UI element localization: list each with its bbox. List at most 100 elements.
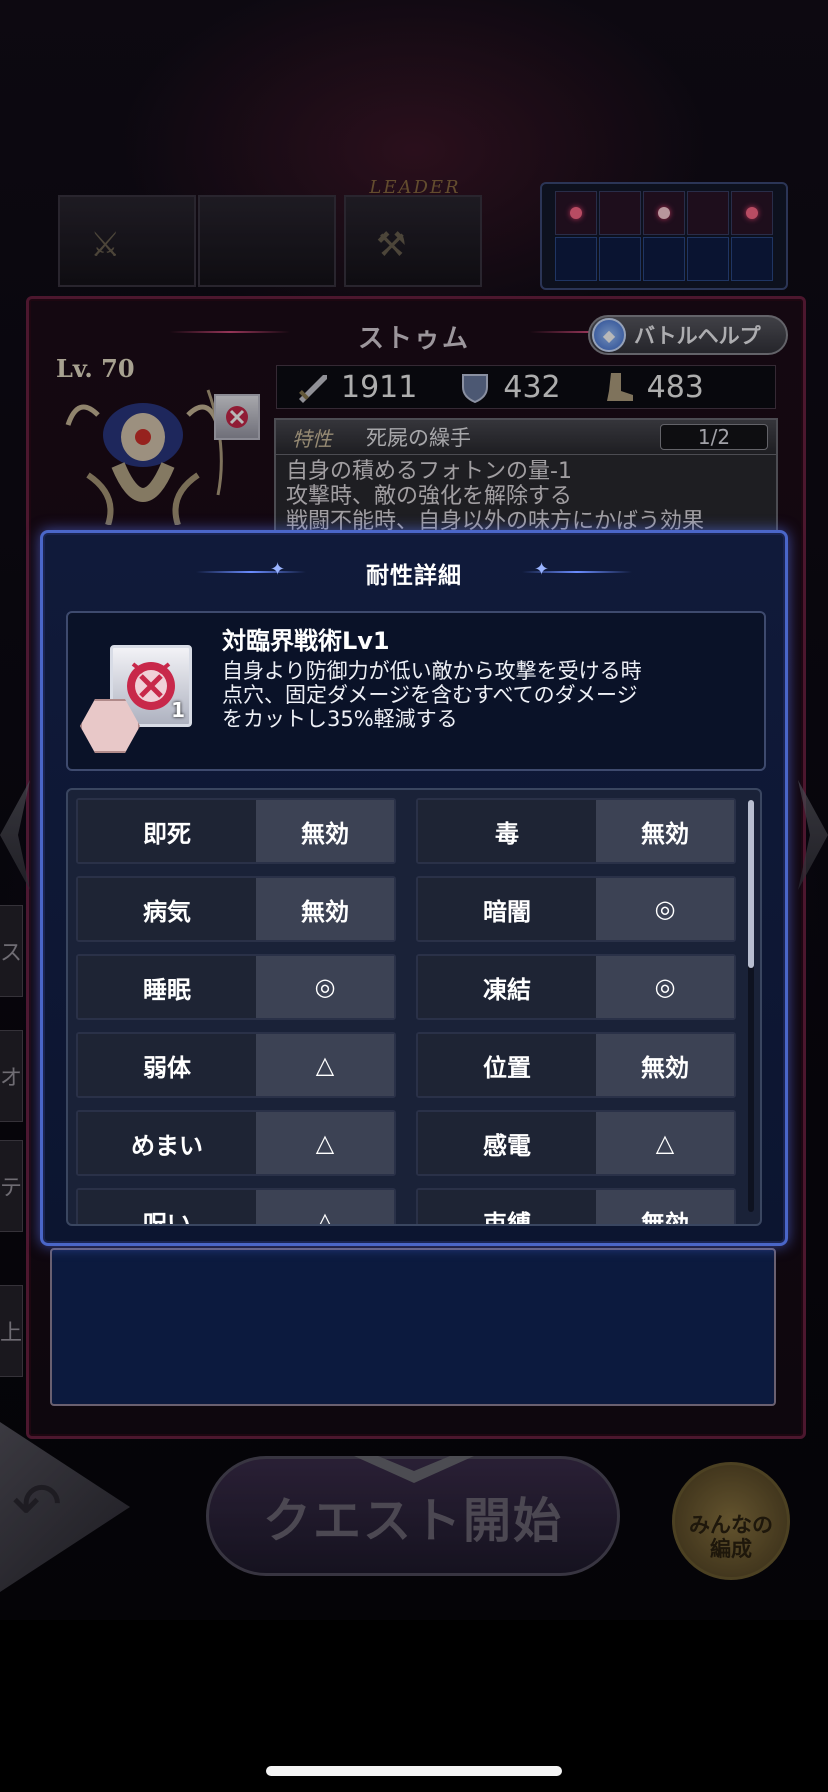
- unit-marker-dot: [570, 207, 582, 219]
- resistance-grid: 即死 無効毒無効 病気 無効 暗闇 ◎ 睡眠 ◎ 凍結 ◎ 弱体 △ 位置 無効 めまい △ 感電 △ 呪い △ 束縛無…: [76, 798, 736, 1224]
- resistance-value: △: [256, 1112, 394, 1174]
- unit-marker-dot: [746, 207, 758, 219]
- skill-badge-small[interactable]: [214, 394, 260, 440]
- resistance-value: △: [596, 1112, 734, 1174]
- resistance-row: 呪い △ 束縛 無効: [76, 1188, 736, 1224]
- resistance-label: 呪い: [78, 1190, 256, 1224]
- resistance-value: ◎: [596, 956, 734, 1018]
- stat-attack-value: 1911: [341, 369, 418, 405]
- shield-icon: [462, 374, 489, 403]
- resistance-value: △: [256, 1034, 394, 1096]
- battle-help-button[interactable]: ◆ バトルヘルプ: [588, 315, 788, 355]
- scrollbar-thumb[interactable]: [748, 800, 754, 968]
- resistance-cell: 弱体 △: [76, 1032, 396, 1098]
- party-slot-1[interactable]: ⚔: [58, 195, 196, 287]
- formation-cell[interactable]: [643, 237, 685, 281]
- back-arrow-icon: ↶: [12, 1470, 63, 1540]
- unit-marker-dot: [658, 207, 670, 219]
- resistance-list[interactable]: 即死 無効毒無効 病気 無効 暗闇 ◎ 睡眠 ◎ 凍結 ◎ 弱体 △ 位置 無効 めまい △ 感電 △ 呪い △ 束縛無…: [66, 788, 762, 1226]
- formation-front-row: [554, 190, 774, 236]
- resistance-cell: 束縛 無効: [416, 1188, 736, 1224]
- resistance-value: ◎: [596, 878, 734, 940]
- resistance-label: 睡眠: [78, 956, 256, 1018]
- skill-icon-level: 1: [171, 698, 185, 722]
- resistance-row: 即死 無効毒無効: [76, 798, 736, 864]
- leader-crest: LEADER: [369, 176, 461, 198]
- resistance-label: 感電: [418, 1112, 596, 1174]
- formation-cell[interactable]: [643, 191, 685, 235]
- formation-cell[interactable]: [555, 237, 597, 281]
- shield-crest-icon: [226, 406, 248, 428]
- skill-description-line: 自身より防御力が低い敵から攻撃を受ける時: [222, 659, 642, 683]
- resistance-row: 病気 無効 暗闇 ◎: [76, 876, 736, 942]
- resistance-label: 病気: [78, 878, 256, 940]
- resistance-label: めまい: [78, 1112, 256, 1174]
- stat-defense: 432: [457, 369, 561, 405]
- trait-line: 攻撃時、敵の強化を解除する: [286, 484, 573, 509]
- everyone-formation-button[interactable]: みんなの 編成: [672, 1462, 790, 1580]
- trait-name: 死屍の繰手: [366, 426, 471, 450]
- resistance-label: 凍結: [418, 956, 596, 1018]
- battle-help-label: バトルヘルプ: [634, 324, 761, 348]
- stat-attack: 1911: [295, 370, 417, 405]
- stat-speed: 483: [601, 370, 704, 405]
- sword-icon: [299, 375, 327, 403]
- trait-description: 自身の積めるフォトンの量-1 攻撃時、敵の強化を解除する 戦闘不能時、自身以外の…: [276, 455, 776, 536]
- trait-box[interactable]: 特性 死屍の繰手 1/2 自身の積めるフォトンの量-1 攻撃時、敵の強化を解除す…: [274, 418, 778, 538]
- party-slot-leader[interactable]: ⚒: [344, 195, 482, 287]
- character-stats: 1911 432 483: [276, 365, 776, 409]
- resistance-row: 睡眠 ◎ 凍結 ◎: [76, 954, 736, 1020]
- skill-card: 1 対臨界戦術Lv1 自身より防御力が低い敵から攻撃を受ける時 点穴、固定ダメー…: [66, 611, 766, 771]
- side-tab[interactable]: テ: [0, 1140, 23, 1232]
- modal-title: 耐性詳細: [366, 563, 462, 589]
- side-tab[interactable]: 上: [0, 1285, 23, 1377]
- formation-back-row: [554, 236, 774, 282]
- resistance-value: 無効: [596, 1034, 734, 1096]
- trait-page-indicator[interactable]: 1/2: [660, 424, 768, 450]
- trait-tag: 特性: [292, 426, 332, 451]
- resistance-row: めまい △ 感電 △: [76, 1110, 736, 1176]
- resistance-value: △: [256, 1190, 394, 1224]
- formation-grid[interactable]: [540, 182, 788, 290]
- resistance-cell: めまい △: [76, 1110, 396, 1176]
- resistance-label: 束縛: [418, 1190, 596, 1224]
- unit-silhouette-icon: ⚔: [90, 225, 121, 265]
- skill-description-line: をカットし35%軽減する: [222, 707, 458, 731]
- team-button-line1: みんなの: [689, 1513, 773, 1537]
- resistance-label: 毒: [418, 800, 596, 862]
- boot-icon: [606, 373, 633, 401]
- resistance-cell: 即死 無効: [76, 798, 396, 864]
- resistance-value: 無効: [596, 800, 734, 862]
- resistance-value: 無効: [256, 878, 394, 940]
- formation-cell[interactable]: [731, 237, 773, 281]
- formation-cell[interactable]: [555, 191, 597, 235]
- side-tab[interactable]: ス: [0, 905, 23, 997]
- team-button-line2: 編成: [710, 1537, 752, 1561]
- side-tab[interactable]: オ: [0, 1030, 23, 1122]
- resistance-label: 即死: [78, 800, 256, 862]
- unit-silhouette-icon: ⚒: [376, 225, 407, 265]
- character-level: Lv. 70: [56, 354, 135, 383]
- character-portrait: [65, 389, 223, 525]
- formation-cell[interactable]: [687, 237, 729, 281]
- stat-speed-value: 483: [646, 369, 704, 405]
- resistance-cell: 暗闇 ◎: [416, 876, 736, 942]
- resistance-value: 無効: [596, 1190, 734, 1224]
- resistance-cell: 凍結 ◎: [416, 954, 736, 1020]
- formation-cell[interactable]: [687, 191, 729, 235]
- scrollbar[interactable]: [748, 800, 754, 1212]
- resistance-cell: 睡眠 ◎: [76, 954, 396, 1020]
- resistance-cell: 病気 無効: [76, 876, 396, 942]
- stat-defense-value: 432: [503, 369, 561, 405]
- formation-cell[interactable]: [599, 191, 641, 235]
- formation-cell[interactable]: [731, 191, 773, 235]
- formation-cell[interactable]: [599, 237, 641, 281]
- quest-start-label: クエスト開始: [262, 1493, 563, 1549]
- trait-header: 特性 死屍の繰手 1/2: [276, 420, 776, 455]
- party-slot-2[interactable]: [198, 195, 336, 287]
- resistance-cell: 位置 無効: [416, 1032, 736, 1098]
- home-indicator[interactable]: [266, 1766, 562, 1776]
- resistance-value: 無効: [256, 800, 394, 862]
- resistance-row: 弱体 △ 位置 無効: [76, 1032, 736, 1098]
- resistance-cell: 呪い △: [76, 1188, 396, 1224]
